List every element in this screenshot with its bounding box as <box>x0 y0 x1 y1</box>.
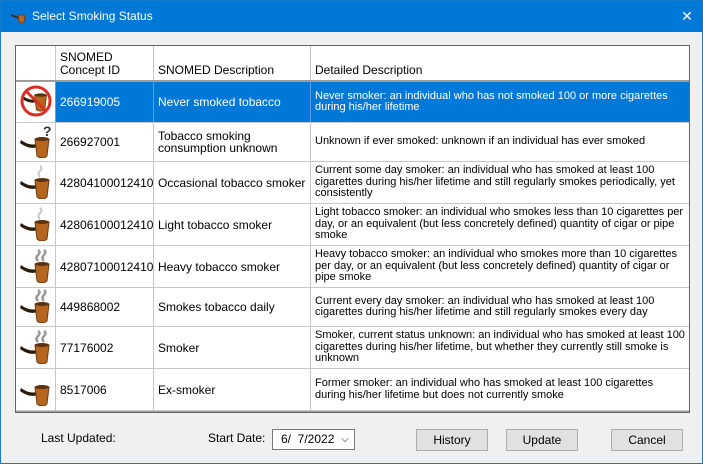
table-row[interactable]: 8517006 Ex-smoker Former smoker: an indivi… <box>16 369 689 411</box>
snomed-description-cell: Never smoked tobacco <box>154 82 311 122</box>
row-icon-cell <box>16 288 56 326</box>
header-icon-column <box>16 46 56 80</box>
history-button-label: History <box>433 433 471 447</box>
row-icon-cell <box>16 327 56 368</box>
table-row[interactable]: 77176002 Smoker Smoker, current status unk… <box>16 327 689 369</box>
update-button-label: Update <box>522 433 562 447</box>
table-row[interactable]: 266919005 Never smoked tobacco Never smoke… <box>16 82 689 123</box>
table-row[interactable]: 428071000124103 Heavy tobacco smoker Heavy… <box>16 246 689 288</box>
pipe-heavy-smoke-icon <box>19 288 53 325</box>
concept-id-cell: 428041000124106 <box>56 162 154 203</box>
detailed-description-cell: Unknown if ever smoked: unknown if an in… <box>315 135 646 148</box>
smoking-status-table[interactable]: SNOMED Concept ID SNOMED Description Det… <box>15 45 690 413</box>
concept-id-cell: 449868002 <box>56 288 154 326</box>
detailed-description-cell: Light tobacco smoker: an individual who … <box>315 206 684 242</box>
concept-id-cell: 428071000124103 <box>56 246 154 287</box>
start-date-picker[interactable]: 6/ 7/2022 ⌵ <box>272 429 355 450</box>
row-icon-cell: ? <box>16 123 56 161</box>
history-button[interactable]: History <box>416 429 488 451</box>
table-row[interactable]: ? 266927001 Tobacco smoking consumption un… <box>16 123 689 162</box>
snomed-description-cell: Smoker <box>154 327 311 368</box>
table-header: SNOMED Concept ID SNOMED Description Det… <box>16 46 689 81</box>
table-row[interactable]: 449868002 Smokes tobacco daily Current eve… <box>16 288 689 327</box>
concept-id-cell: 8517006 <box>56 369 154 410</box>
detailed-description-cell: Never smoker: an individual who has not … <box>315 89 668 113</box>
pipe-light-smoke-icon <box>19 206 53 243</box>
smoking-status-dialog: Select Smoking Status ✕ SNOMED Concept I… <box>0 0 703 464</box>
window-title: Select Smoking Status <box>32 9 153 23</box>
concept-id-cell: 77176002 <box>56 327 154 368</box>
pipe-icon <box>19 372 53 408</box>
detailed-description-cell: Smoker, current status unknown: an indiv… <box>315 329 685 365</box>
pipe-heavy-smoke-icon <box>19 248 53 285</box>
svg-text:?: ? <box>43 124 52 139</box>
detailed-description-cell: Current some day smoker: an individual w… <box>315 164 675 200</box>
table-row[interactable]: 428061000124105 Light tobacco smoker Light… <box>16 204 689 246</box>
row-icon-cell <box>16 204 56 245</box>
last-updated-label: Last Updated: <box>41 431 116 445</box>
detailed-description-cell: Former smoker: an individual who has smo… <box>315 377 654 401</box>
detailed-description-cell: Heavy tobacco smoker: an individual who … <box>315 248 677 284</box>
table-row[interactable]: 428041000124106 Occasional tobacco smoker… <box>16 162 689 204</box>
chevron-down-icon[interactable]: ⌵ <box>339 430 351 449</box>
update-button[interactable]: Update <box>506 429 578 451</box>
start-date-value: 6/ 7/2022 <box>281 432 335 446</box>
header-snomed-description[interactable]: SNOMED Description <box>154 46 311 80</box>
row-icon-cell <box>16 162 56 203</box>
pipe-light-smoke-icon <box>19 164 53 201</box>
snomed-description-cell: Heavy tobacco smoker <box>154 246 311 287</box>
pipe-heavy-smoke-icon <box>19 329 53 366</box>
cancel-button-label: Cancel <box>628 433 666 447</box>
concept-id-cell: 428061000124105 <box>56 204 154 245</box>
cancel-button[interactable]: Cancel <box>611 429 683 451</box>
concept-id-cell: 266927001 <box>56 123 154 161</box>
pipe-question-icon: ? <box>19 123 53 160</box>
no-smoking-icon <box>19 84 53 120</box>
snomed-description-cell: Tobacco smoking consumption unknown <box>154 123 311 161</box>
pipe-app-icon <box>11 14 26 24</box>
header-detailed-description[interactable]: Detailed Description <box>311 46 689 80</box>
snomed-description-cell: Ex-smoker <box>154 369 311 410</box>
start-date-label: Start Date: <box>208 431 266 445</box>
snomed-description-cell: Occasional tobacco smoker <box>154 162 311 203</box>
detailed-description-cell: Current every day smoker: an individual … <box>315 294 655 318</box>
concept-id-cell: 266919005 <box>56 82 154 122</box>
row-icon-cell <box>16 82 56 122</box>
close-button[interactable]: ✕ <box>672 1 702 32</box>
header-concept-id[interactable]: SNOMED Concept ID <box>56 46 154 80</box>
row-icon-cell <box>16 246 56 287</box>
title-bar[interactable]: Select Smoking Status ✕ <box>1 1 702 32</box>
row-icon-cell <box>16 369 56 410</box>
snomed-description-cell: Light tobacco smoker <box>154 204 311 245</box>
snomed-description-cell: Smokes tobacco daily <box>154 288 311 326</box>
